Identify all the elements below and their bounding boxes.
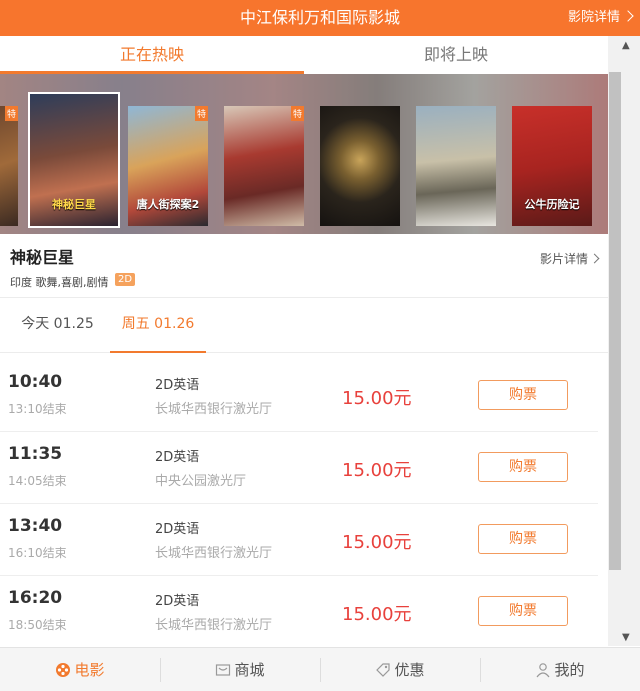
buy-ticket-button[interactable]: 购票 bbox=[478, 524, 568, 554]
poster-image bbox=[416, 106, 496, 226]
session-hall: 长城华西银行激光厅 bbox=[155, 618, 273, 633]
header-bar: 中江保利万和国际影城 影院详情 bbox=[0, 0, 640, 36]
scroll-down-arrow-icon[interactable]: ▼ bbox=[622, 632, 630, 643]
poster-item[interactable]: 特 bbox=[224, 106, 304, 226]
poster-tag: 特 bbox=[4, 106, 18, 121]
date-tab-friday[interactable]: 周五 01.26 bbox=[110, 298, 206, 353]
nav-item-shop[interactable]: 商城 bbox=[160, 648, 320, 691]
date-tab-today[interactable]: 今天 01.25 bbox=[10, 298, 105, 353]
movie-title: 神秘巨星 bbox=[10, 248, 75, 267]
poster-tag: 特 bbox=[194, 106, 208, 121]
poster-item-selected[interactable]: 神秘巨星 bbox=[28, 92, 120, 228]
session-hall: 长城华西银行激光厅 bbox=[155, 402, 273, 417]
poster-title: 神秘巨星 bbox=[52, 198, 96, 211]
poster-carousel[interactable]: 特 神秘巨星 特 唐人街探案2 特 公牛历险记 bbox=[0, 74, 608, 234]
session-language: 2D英语 bbox=[155, 594, 200, 609]
session-end-time: 14:05结束 bbox=[8, 474, 67, 488]
chevron-right-icon bbox=[622, 10, 634, 22]
nav-label: 优惠 bbox=[394, 661, 425, 679]
poster-image bbox=[0, 106, 18, 226]
poster-tag: 特 bbox=[290, 106, 304, 121]
cinema-detail-label: 影院详情 bbox=[567, 10, 620, 25]
buy-ticket-button[interactable]: 购票 bbox=[478, 452, 568, 482]
cinema-detail-link[interactable]: 影院详情 bbox=[567, 0, 634, 36]
nav-item-offers[interactable]: 优惠 bbox=[320, 648, 480, 691]
format-badge: 2D bbox=[115, 273, 136, 286]
nav-label: 商城 bbox=[234, 661, 265, 679]
session-language: 2D英语 bbox=[155, 378, 200, 393]
scroll-up-arrow-icon[interactable]: ▲ bbox=[622, 40, 630, 51]
nav-label: 我的 bbox=[554, 661, 585, 679]
poster-item[interactable]: 特 bbox=[0, 106, 18, 226]
session-hall: 长城华西银行激光厅 bbox=[155, 546, 273, 561]
session-price: 15.00元 bbox=[342, 460, 412, 481]
movie-detail-link[interactable]: 影片详情 bbox=[539, 250, 600, 267]
poster-title: 唐人街探案2 bbox=[136, 198, 200, 211]
session-row: 11:35 14:05结束 2D英语 中央公园激光厅 15.00元 购票 bbox=[0, 432, 598, 504]
coupon-tag-icon bbox=[376, 663, 391, 677]
movie-status-tabs: 正在热映 即将上映 bbox=[0, 36, 608, 74]
session-price: 15.00元 bbox=[342, 532, 412, 553]
tab-now-showing[interactable]: 正在热映 bbox=[0, 36, 304, 74]
poster-item[interactable]: 特 唐人街探案2 bbox=[128, 106, 208, 226]
session-end-time: 13:10结束 bbox=[8, 402, 67, 416]
bottom-nav: 电影 商城 优惠 我的 bbox=[0, 647, 640, 691]
nav-item-mine[interactable]: 我的 bbox=[480, 648, 640, 691]
movie-meta: 印度 歌舞,喜剧,剧情 bbox=[10, 276, 109, 289]
shop-icon bbox=[216, 664, 231, 676]
session-price: 15.00元 bbox=[342, 388, 412, 409]
session-end-time: 16:10结束 bbox=[8, 546, 67, 560]
nav-item-movies[interactable]: 电影 bbox=[0, 648, 160, 691]
session-price: 15.00元 bbox=[342, 604, 412, 625]
session-start-time: 13:40 bbox=[8, 516, 63, 536]
nav-label: 电影 bbox=[74, 661, 105, 679]
session-row: 16:20 18:50结束 2D英语 长城华西银行激光厅 15.00元 购票 bbox=[0, 576, 598, 648]
buy-ticket-button[interactable]: 购票 bbox=[478, 380, 568, 410]
session-row: 10:40 13:10结束 2D英语 长城华西银行激光厅 15.00元 购票 bbox=[0, 360, 598, 432]
chevron-right-icon bbox=[589, 253, 600, 264]
cinema-title: 中江保利万和国际影城 bbox=[239, 8, 400, 27]
session-end-time: 18:50结束 bbox=[8, 618, 67, 632]
poster-image bbox=[224, 106, 304, 226]
session-row: 13:40 16:10结束 2D英语 长城华西银行激光厅 15.00元 购票 bbox=[0, 504, 598, 576]
poster-item[interactable] bbox=[416, 106, 496, 226]
date-tabs: 今天 01.25 周五 01.26 bbox=[0, 298, 608, 353]
film-reel-icon bbox=[56, 663, 71, 677]
poster-item[interactable]: 公牛历险记 bbox=[512, 106, 592, 226]
user-icon bbox=[537, 663, 550, 678]
buy-ticket-button[interactable]: 购票 bbox=[478, 596, 568, 626]
poster-image bbox=[320, 106, 400, 226]
session-start-time: 16:20 bbox=[8, 588, 63, 608]
movie-info: 神秘巨星 印度 歌舞,喜剧,剧情 2D 影片详情 bbox=[0, 234, 608, 298]
session-start-time: 11:35 bbox=[8, 444, 63, 464]
session-language: 2D英语 bbox=[155, 522, 200, 537]
movie-detail-label: 影片详情 bbox=[539, 252, 588, 266]
app-viewport: 中江保利万和国际影城 影院详情 正在热映 即将上映 特 神秘巨星 特 唐人街探案… bbox=[0, 0, 640, 691]
session-language: 2D英语 bbox=[155, 450, 200, 465]
session-hall: 中央公园激光厅 bbox=[155, 474, 247, 489]
tab-coming-soon[interactable]: 即将上映 bbox=[304, 36, 608, 74]
poster-item[interactable] bbox=[320, 106, 400, 226]
scrollbar-thumb[interactable] bbox=[609, 72, 621, 570]
poster-title: 公牛历险记 bbox=[524, 198, 580, 211]
session-start-time: 10:40 bbox=[8, 372, 63, 392]
